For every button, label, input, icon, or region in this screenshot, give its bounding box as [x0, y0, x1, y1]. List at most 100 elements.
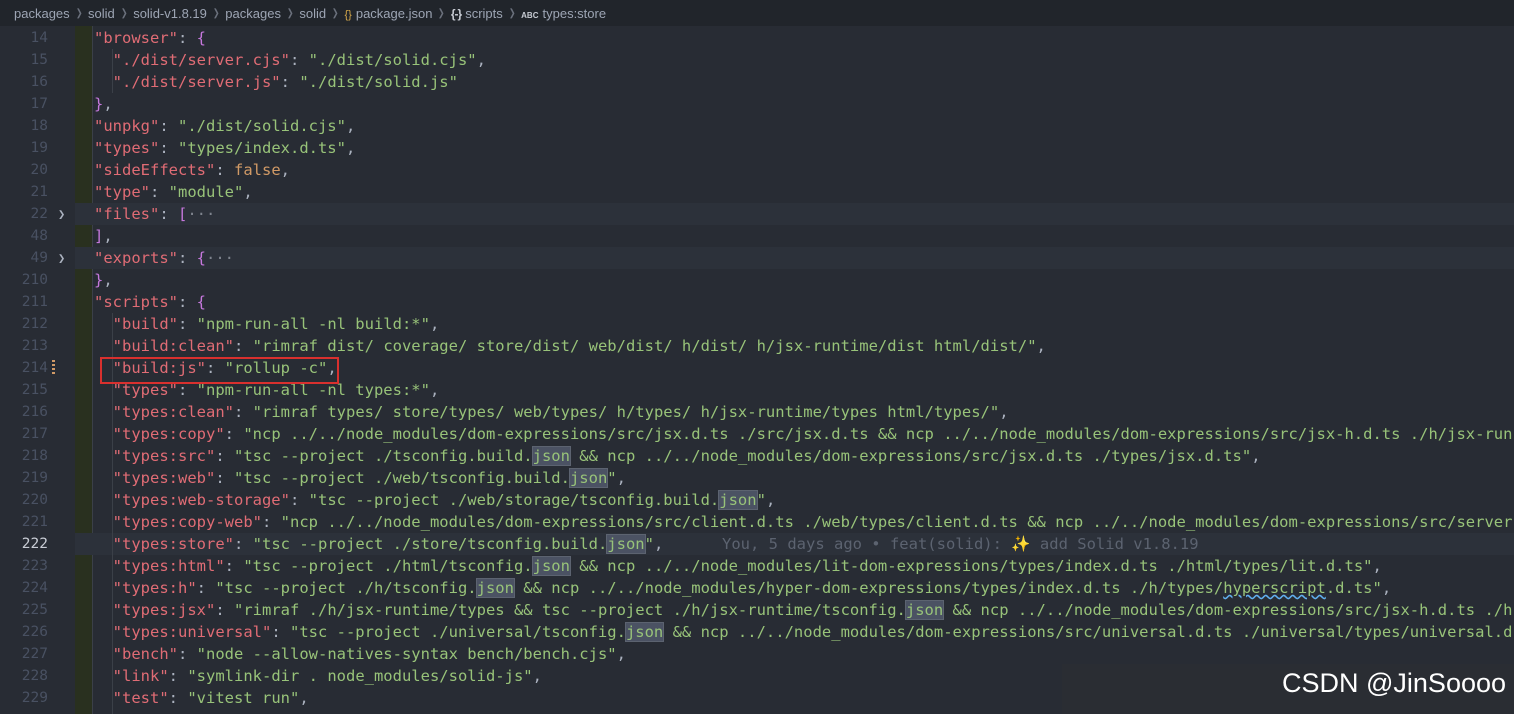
code-token: : [150, 183, 169, 201]
code-token: "bench" [112, 645, 178, 663]
line-number-text: 21 [30, 184, 48, 200]
chevron-right-icon[interactable]: ❯ [58, 203, 65, 225]
code-line[interactable]: "types:copy-web": "ncp ../../node_module… [75, 511, 1514, 533]
code-line[interactable]: ], [75, 225, 1514, 247]
line-number-text: 229 [21, 690, 48, 706]
code-line[interactable]: "bench": "node --allow-natives-syntax be… [75, 643, 1514, 665]
line-number-text: 225 [21, 602, 48, 618]
code-line[interactable]: "build": "npm-run-all -nl build:*", [75, 313, 1514, 335]
line-number: 225 [0, 599, 75, 621]
code-token: : [159, 117, 178, 135]
line-number-gutter: 14 15 16 17 18 19 20 21 22 ❯ 48 49 ❯ 210 211 212 213 214 2… [0, 26, 75, 714]
code-line-text: "types:web": "tsc --project ./web/tsconf… [94, 467, 626, 489]
code-token: "types:clean" [112, 403, 234, 421]
breadcrumb-item[interactable]: ABC types:store [521, 6, 606, 21]
code-token: : [289, 491, 309, 509]
line-number-text: 210 [21, 272, 48, 288]
code-line[interactable]: "types:src": "tsc --project ./tsconfig.b… [75, 445, 1514, 467]
code-token: "files" [94, 205, 160, 223]
code-line-text: "bench": "node --allow-natives-syntax be… [94, 643, 626, 665]
line-number-text: 224 [21, 580, 48, 596]
code-token: "types:universal" [112, 623, 272, 641]
code-line[interactable]: "types:web-storage": "tsc --project ./we… [75, 489, 1514, 511]
code-token: , [1381, 579, 1392, 597]
code-token: { [196, 249, 207, 267]
code-token: ··· [187, 205, 216, 223]
breadcrumb-item[interactable]: solid [299, 6, 326, 21]
line-number: 217 [0, 423, 75, 445]
code-token: "types" [94, 139, 160, 157]
code-token: "sideEffects" [94, 161, 216, 179]
code-line[interactable]: "types:jsx": "rimraf ./h/jsx-runtime/typ… [75, 599, 1514, 621]
code-line[interactable]: "types:web": "tsc --project ./web/tsconf… [75, 467, 1514, 489]
code-line[interactable]: "type": "module", [75, 181, 1514, 203]
code-line-text: "types:copy": "ncp ../../node_modules/do… [94, 423, 1513, 445]
breadcrumb-label: solid [299, 5, 327, 21]
breadcrumb-item[interactable]: packages [14, 6, 70, 21]
breadcrumb-item[interactable]: packages [225, 6, 281, 21]
code-line[interactable]: "files": [··· [75, 203, 1514, 225]
code-line[interactable]: "./dist/server.js": "./dist/solid.js" [75, 71, 1514, 93]
code-token: "link" [112, 667, 169, 685]
code-token: json [718, 490, 758, 510]
code-token: "types:copy-web" [112, 513, 262, 531]
breadcrumb-item[interactable]: {-} scripts [451, 6, 503, 21]
code-line[interactable]: }, [75, 269, 1514, 291]
code-token: : [234, 403, 253, 421]
code-line[interactable]: "scripts": { [75, 291, 1514, 313]
code-line-text: "types": "types/index.d.ts", [94, 137, 355, 159]
line-number-text: 16 [30, 74, 48, 90]
chevron-right-icon[interactable]: ❯ [58, 247, 65, 269]
code-line[interactable]: }, [75, 93, 1514, 115]
line-number: 219 [0, 467, 75, 489]
code-line-text: "types:src": "tsc --project ./tsconfig.b… [94, 445, 1261, 467]
code-token: " [607, 469, 617, 487]
code-token: " [644, 535, 654, 553]
code-token: "exports" [94, 249, 178, 267]
breadcrumb-item[interactable]: solid [88, 6, 115, 21]
code-token: "types:html" [112, 557, 225, 575]
code-token: "scripts" [94, 293, 178, 311]
code-line-text: "scripts": { [94, 291, 206, 313]
code-line[interactable]: "build:clean": "rimraf dist/ coverage/ s… [75, 335, 1514, 357]
code-line[interactable]: "types:h": "tsc --project ./h/tsconfig.j… [75, 577, 1514, 599]
code-token: "vitest run" [187, 689, 300, 707]
code-line[interactable]: "types:copy": "ncp ../../node_modules/do… [75, 423, 1514, 445]
code-line[interactable]: "exports": {··· [75, 247, 1514, 269]
code-token: : [224, 425, 244, 443]
code-token: && ncp ../../node_modules/dom-expression… [569, 447, 1252, 465]
line-number-text: 17 [30, 96, 48, 112]
code-token: "symlink-dir . node_modules/solid-js" [187, 667, 533, 685]
code-token: , [616, 469, 626, 487]
code-token: : [215, 447, 234, 465]
code-token: : [168, 667, 188, 685]
code-line[interactable]: "unpkg": "./dist/solid.cjs", [75, 115, 1514, 137]
code-token: } [94, 271, 104, 289]
code-line-text: ], [94, 225, 113, 247]
code-line[interactable]: "sideEffects": false, [75, 159, 1514, 181]
chevron-right-icon: ❯ [438, 7, 446, 19]
code-line[interactable]: "types": "types/index.d.ts", [75, 137, 1514, 159]
code-line[interactable]: "types:clean": "rimraf types/ store/type… [75, 401, 1514, 423]
code-line-text: }, [94, 93, 113, 115]
code-line[interactable]: "./dist/server.cjs": "./dist/solid.cjs", [75, 49, 1514, 71]
code-token: json [568, 468, 609, 488]
breadcrumb-item[interactable]: solid-v1.8.19 [133, 6, 207, 21]
code-token: "ncp ../../node_modules/dom-expressions/… [243, 425, 1513, 443]
code-line[interactable]: "browser": { [75, 27, 1514, 49]
code-line-text: "types:clean": "rimraf types/ store/type… [94, 401, 1009, 423]
code-line[interactable]: "types:universal": "tsc --project ./univ… [75, 621, 1514, 643]
code-token: , [103, 227, 113, 245]
breadcrumb-item[interactable]: {} package.json [344, 6, 432, 21]
line-number: 223 [0, 555, 75, 577]
code-line-text: "types:store": "tsc --project ./store/ts… [94, 533, 663, 555]
code-token: && ncp ../../node_modules/lit-dom-expres… [569, 557, 1373, 575]
line-number: 213 [0, 335, 75, 357]
code-line[interactable]: "types:html": "tsc --project ./html/tsco… [75, 555, 1514, 577]
line-number-text: 221 [21, 514, 48, 530]
